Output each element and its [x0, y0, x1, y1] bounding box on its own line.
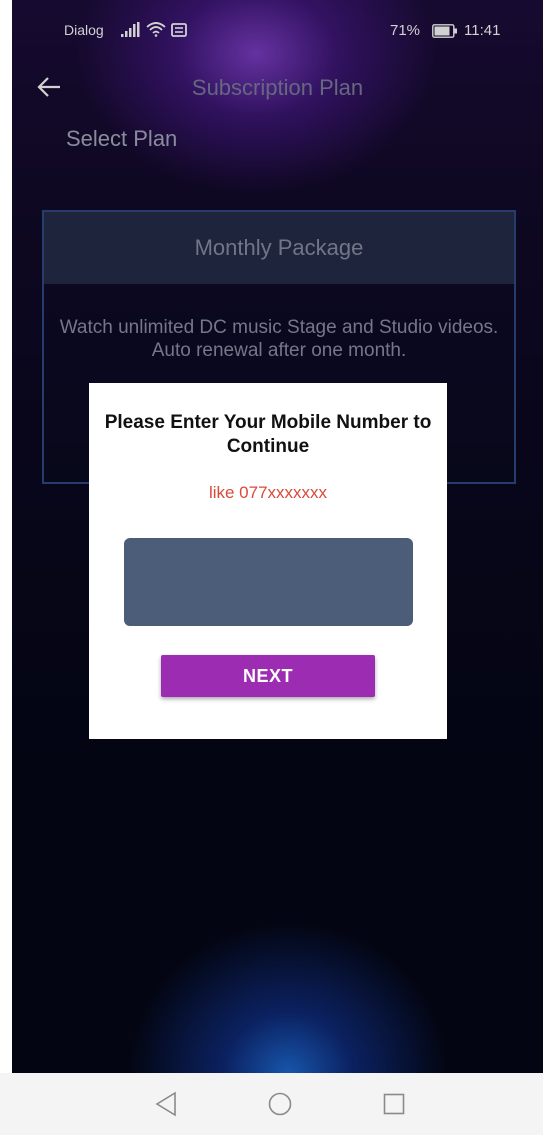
dialog-title: Please Enter Your Mobile Number to Conti…: [104, 412, 432, 457]
mobile-number-input[interactable]: [124, 538, 413, 626]
nav-recent-icon[interactable]: [383, 1093, 405, 1115]
nav-home-icon[interactable]: [268, 1092, 292, 1116]
nav-back-icon[interactable]: [154, 1091, 178, 1117]
next-button[interactable]: NEXT: [161, 655, 375, 697]
system-nav-bar: [0, 1073, 543, 1135]
mobile-number-dialog: Please Enter Your Mobile Number to Conti…: [89, 383, 447, 739]
phone-format-hint: like 077xxxxxxx: [208, 483, 328, 502]
